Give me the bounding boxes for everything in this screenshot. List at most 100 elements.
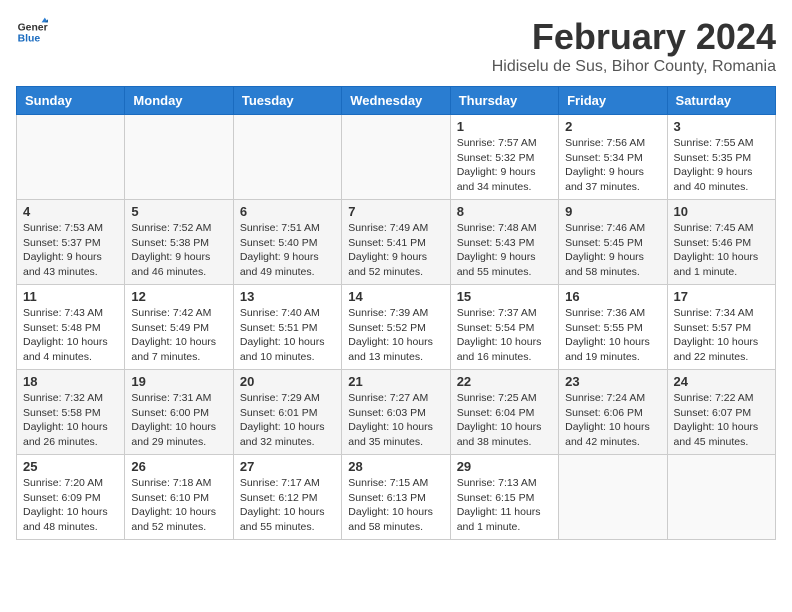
day-number: 16 bbox=[565, 289, 660, 304]
day-info: Sunrise: 7:46 AM Sunset: 5:45 PM Dayligh… bbox=[565, 221, 660, 280]
day-info: Sunrise: 7:31 AM Sunset: 6:00 PM Dayligh… bbox=[131, 391, 226, 450]
calendar-day-cell: 9 Sunrise: 7:46 AM Sunset: 5:45 PM Daylig… bbox=[559, 200, 667, 285]
day-number: 23 bbox=[565, 374, 660, 389]
day-number: 15 bbox=[457, 289, 552, 304]
calendar-week-row: 11 Sunrise: 7:43 AM Sunset: 5:48 PM Dayli… bbox=[17, 285, 776, 370]
calendar-day-cell: 19 Sunrise: 7:31 AM Sunset: 6:00 PM Dayli… bbox=[125, 370, 233, 455]
calendar-day-cell: 11 Sunrise: 7:43 AM Sunset: 5:48 PM Dayli… bbox=[17, 285, 125, 370]
day-number: 3 bbox=[674, 119, 769, 134]
calendar-day-cell bbox=[233, 115, 341, 200]
calendar-day-cell bbox=[342, 115, 450, 200]
day-info: Sunrise: 7:17 AM Sunset: 6:12 PM Dayligh… bbox=[240, 476, 335, 535]
calendar-day-cell: 29 Sunrise: 7:13 AM Sunset: 6:15 PM Dayli… bbox=[450, 455, 558, 540]
calendar-day-cell: 20Sunrise: 7:29 AM Sunset: 6:01 PM Dayli… bbox=[233, 370, 341, 455]
day-number: 20 bbox=[240, 374, 335, 389]
month-year-title: February 2024 bbox=[492, 16, 776, 58]
day-number: 17 bbox=[674, 289, 769, 304]
day-info: Sunrise: 7:34 AM Sunset: 5:57 PM Dayligh… bbox=[674, 306, 769, 365]
day-number: 29 bbox=[457, 459, 552, 474]
calendar-day-cell: 21Sunrise: 7:27 AM Sunset: 6:03 PM Dayli… bbox=[342, 370, 450, 455]
calendar-body: 1 Sunrise: 7:57 AM Sunset: 5:32 PM Daylig… bbox=[17, 115, 776, 540]
day-info: Sunrise: 7:45 AM Sunset: 5:46 PM Dayligh… bbox=[674, 221, 769, 280]
day-number: 11 bbox=[23, 289, 118, 304]
day-number: 18 bbox=[23, 374, 118, 389]
day-info: Sunrise: 7:20 AM Sunset: 6:09 PM Dayligh… bbox=[23, 476, 118, 535]
day-info: Sunrise: 7:55 AM Sunset: 5:35 PM Dayligh… bbox=[674, 136, 769, 195]
day-number: 5 bbox=[131, 204, 226, 219]
calendar-day-cell bbox=[17, 115, 125, 200]
day-number: 22 bbox=[457, 374, 552, 389]
calendar-day-cell: 7 Sunrise: 7:49 AM Sunset: 5:41 PM Daylig… bbox=[342, 200, 450, 285]
weekday-header-cell: Saturday bbox=[667, 87, 775, 115]
weekday-header-row: SundayMondayTuesdayWednesdayThursdayFrid… bbox=[17, 87, 776, 115]
weekday-header-cell: Thursday bbox=[450, 87, 558, 115]
calendar-day-cell: 10 Sunrise: 7:45 AM Sunset: 5:46 PM Dayli… bbox=[667, 200, 775, 285]
day-info: Sunrise: 7:25 AM Sunset: 6:04 PM Dayligh… bbox=[457, 391, 552, 450]
calendar-day-cell: 18 Sunrise: 7:32 AM Sunset: 5:58 PM Dayli… bbox=[17, 370, 125, 455]
day-info: Sunrise: 7:37 AM Sunset: 5:54 PM Dayligh… bbox=[457, 306, 552, 365]
calendar-day-cell: 13 Sunrise: 7:40 AM Sunset: 5:51 PM Dayli… bbox=[233, 285, 341, 370]
day-number: 13 bbox=[240, 289, 335, 304]
weekday-header-cell: Monday bbox=[125, 87, 233, 115]
location-subtitle: Hidiselu de Sus, Bihor County, Romania bbox=[492, 58, 776, 76]
page-header: General Blue February 2024 Hidiselu de S… bbox=[16, 16, 776, 76]
day-info: Sunrise: 7:18 AM Sunset: 6:10 PM Dayligh… bbox=[131, 476, 226, 535]
day-info: Sunrise: 7:32 AM Sunset: 5:58 PM Dayligh… bbox=[23, 391, 118, 450]
day-info: Sunrise: 7:42 AM Sunset: 5:49 PM Dayligh… bbox=[131, 306, 226, 365]
day-number: 28 bbox=[348, 459, 443, 474]
day-info: Sunrise: 7:36 AM Sunset: 5:55 PM Dayligh… bbox=[565, 306, 660, 365]
calendar-day-cell bbox=[667, 455, 775, 540]
day-info: Sunrise: 7:56 AM Sunset: 5:34 PM Dayligh… bbox=[565, 136, 660, 195]
day-info: Sunrise: 7:49 AM Sunset: 5:41 PM Dayligh… bbox=[348, 221, 443, 280]
calendar-week-row: 1 Sunrise: 7:57 AM Sunset: 5:32 PM Daylig… bbox=[17, 115, 776, 200]
logo: General Blue bbox=[16, 16, 48, 48]
calendar-day-cell: 14 Sunrise: 7:39 AM Sunset: 5:52 PM Dayli… bbox=[342, 285, 450, 370]
day-info: Sunrise: 7:13 AM Sunset: 6:15 PM Dayligh… bbox=[457, 476, 552, 535]
day-number: 9 bbox=[565, 204, 660, 219]
calendar-day-cell: 16 Sunrise: 7:36 AM Sunset: 5:55 PM Dayli… bbox=[559, 285, 667, 370]
day-number: 1 bbox=[457, 119, 552, 134]
day-number: 10 bbox=[674, 204, 769, 219]
day-number: 6 bbox=[240, 204, 335, 219]
day-info: Sunrise: 7:22 AM Sunset: 6:07 PM Dayligh… bbox=[674, 391, 769, 450]
calendar-day-cell: 17 Sunrise: 7:34 AM Sunset: 5:57 PM Dayli… bbox=[667, 285, 775, 370]
day-info: Sunrise: 7:52 AM Sunset: 5:38 PM Dayligh… bbox=[131, 221, 226, 280]
logo-icon: General Blue bbox=[16, 16, 48, 48]
day-number: 12 bbox=[131, 289, 226, 304]
calendar-day-cell: 12 Sunrise: 7:42 AM Sunset: 5:49 PM Dayli… bbox=[125, 285, 233, 370]
weekday-header-cell: Wednesday bbox=[342, 87, 450, 115]
day-number: 19 bbox=[131, 374, 226, 389]
day-info: Sunrise: 7:39 AM Sunset: 5:52 PM Dayligh… bbox=[348, 306, 443, 365]
calendar-day-cell: 25Sunrise: 7:20 AM Sunset: 6:09 PM Dayli… bbox=[17, 455, 125, 540]
calendar-day-cell: 8Sunrise: 7:48 AM Sunset: 5:43 PM Daylig… bbox=[450, 200, 558, 285]
calendar-week-row: 4 Sunrise: 7:53 AM Sunset: 5:37 PM Daylig… bbox=[17, 200, 776, 285]
day-number: 27 bbox=[240, 459, 335, 474]
day-number: 7 bbox=[348, 204, 443, 219]
calendar-day-cell bbox=[559, 455, 667, 540]
calendar-day-cell bbox=[125, 115, 233, 200]
calendar-day-cell: 24 Sunrise: 7:22 AM Sunset: 6:07 PM Dayli… bbox=[667, 370, 775, 455]
calendar-day-cell: 3 Sunrise: 7:55 AM Sunset: 5:35 PM Daylig… bbox=[667, 115, 775, 200]
day-number: 24 bbox=[674, 374, 769, 389]
calendar-day-cell: 27 Sunrise: 7:17 AM Sunset: 6:12 PM Dayli… bbox=[233, 455, 341, 540]
day-number: 4 bbox=[23, 204, 118, 219]
day-number: 14 bbox=[348, 289, 443, 304]
calendar-day-cell: 28Sunrise: 7:15 AM Sunset: 6:13 PM Dayli… bbox=[342, 455, 450, 540]
day-info: Sunrise: 7:24 AM Sunset: 6:06 PM Dayligh… bbox=[565, 391, 660, 450]
calendar-day-cell: 2Sunrise: 7:56 AM Sunset: 5:34 PM Daylig… bbox=[559, 115, 667, 200]
calendar-week-row: 18 Sunrise: 7:32 AM Sunset: 5:58 PM Dayli… bbox=[17, 370, 776, 455]
svg-text:Blue: Blue bbox=[18, 34, 41, 45]
calendar-day-cell: 4 Sunrise: 7:53 AM Sunset: 5:37 PM Daylig… bbox=[17, 200, 125, 285]
day-info: Sunrise: 7:57 AM Sunset: 5:32 PM Dayligh… bbox=[457, 136, 552, 195]
day-info: Sunrise: 7:43 AM Sunset: 5:48 PM Dayligh… bbox=[23, 306, 118, 365]
weekday-header-cell: Friday bbox=[559, 87, 667, 115]
svg-text:General: General bbox=[18, 22, 48, 33]
calendar-day-cell: 22 Sunrise: 7:25 AM Sunset: 6:04 PM Dayli… bbox=[450, 370, 558, 455]
day-info: Sunrise: 7:53 AM Sunset: 5:37 PM Dayligh… bbox=[23, 221, 118, 280]
weekday-header-cell: Sunday bbox=[17, 87, 125, 115]
weekday-header-cell: Tuesday bbox=[233, 87, 341, 115]
calendar-table: SundayMondayTuesdayWednesdayThursdayFrid… bbox=[16, 86, 776, 540]
day-number: 26 bbox=[131, 459, 226, 474]
calendar-day-cell: 23 Sunrise: 7:24 AM Sunset: 6:06 PM Dayli… bbox=[559, 370, 667, 455]
day-info: Sunrise: 7:40 AM Sunset: 5:51 PM Dayligh… bbox=[240, 306, 335, 365]
